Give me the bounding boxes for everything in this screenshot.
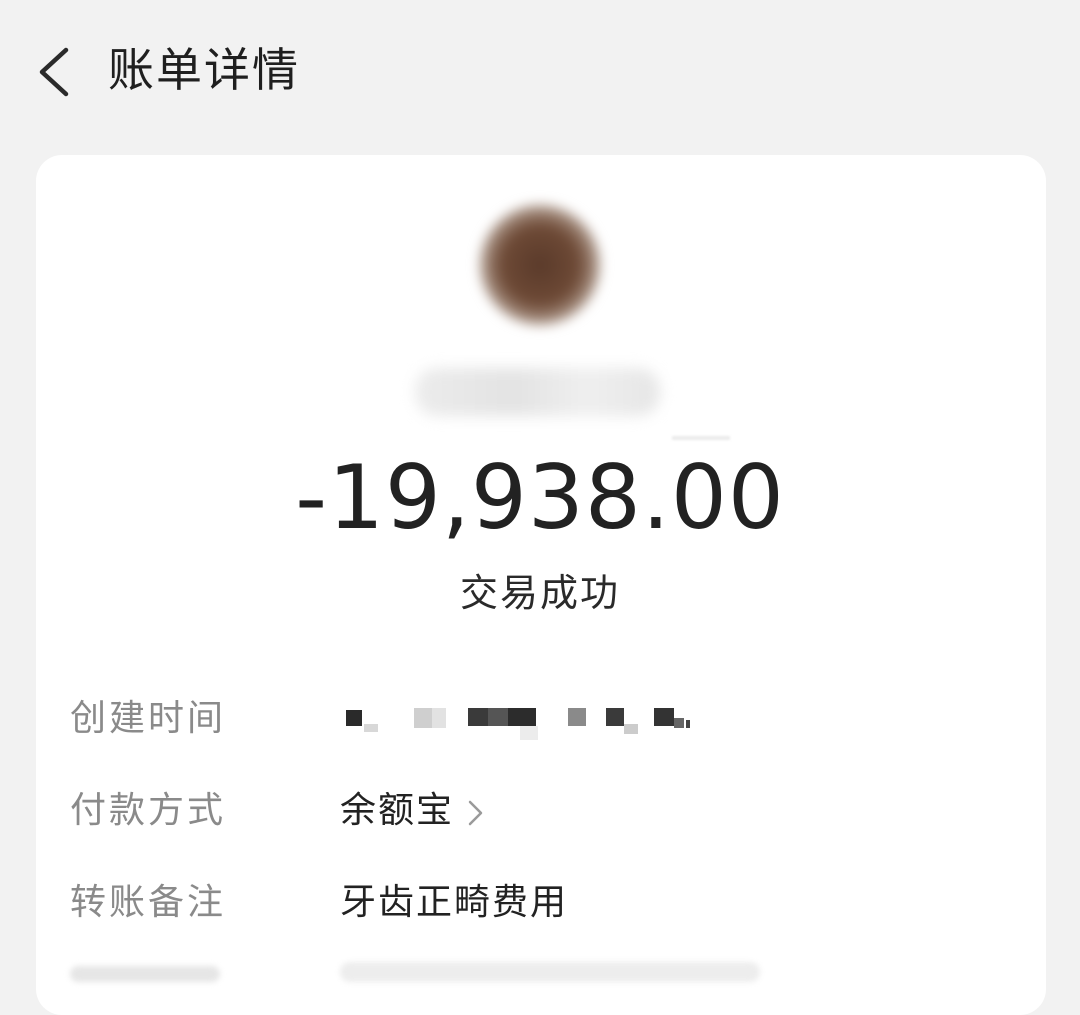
page-title: 账单详情 <box>108 43 300 97</box>
chevron-left-icon <box>39 47 69 97</box>
transaction-amount: -19,938.00 <box>295 446 785 549</box>
transfer-note-value: 牙齿正畸费用 <box>340 882 569 923</box>
top-bar: 账单详情 <box>0 0 1080 150</box>
payee-name-redacted-mark <box>672 436 730 440</box>
transfer-note-label: 转账备注 <box>70 882 227 923</box>
next-row-label-cutoff <box>70 966 220 982</box>
next-row-value-cutoff <box>340 962 760 982</box>
payment-method-label: 付款方式 <box>70 790 227 831</box>
created-time-value-redacted <box>340 700 720 740</box>
payee-avatar <box>480 205 600 325</box>
back-button[interactable] <box>28 40 88 104</box>
chevron-right-icon <box>464 794 486 828</box>
transaction-status: 交易成功 <box>459 571 620 615</box>
created-time-label: 创建时间 <box>70 698 227 739</box>
payment-method-value: 余额宝 <box>340 790 455 831</box>
payment-method-link[interactable]: 余额宝 <box>340 786 486 836</box>
payee-name-redacted <box>415 368 660 416</box>
